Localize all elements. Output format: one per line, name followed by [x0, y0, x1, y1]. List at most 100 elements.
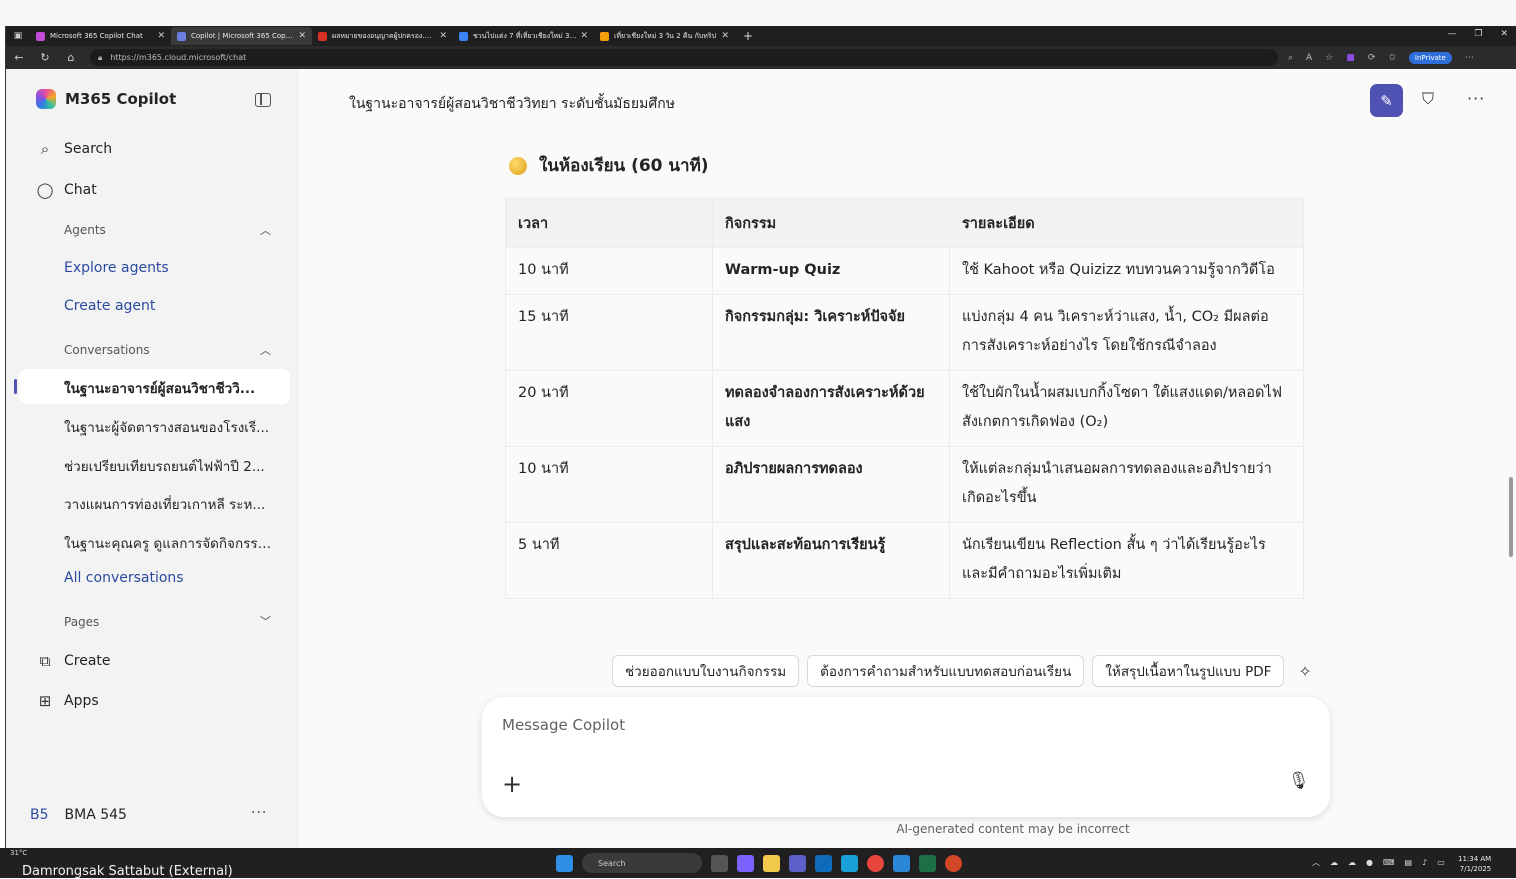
language-icon[interactable]: ⌨	[1383, 858, 1395, 867]
yellow-circle-icon	[509, 156, 527, 175]
sync-icon[interactable]: ⟳	[1368, 53, 1376, 63]
minimize-icon[interactable]: —	[1447, 29, 1456, 39]
create-agent-link[interactable]: Create agent	[64, 298, 155, 314]
extension-icon[interactable]: ■	[1346, 53, 1355, 63]
time-cell: 20 นาที	[505, 370, 713, 447]
zoom-icon[interactable]: ⌕	[1288, 53, 1293, 63]
mic-tray-icon[interactable]: ●	[1366, 858, 1373, 867]
close-window-icon[interactable]: ✕	[1500, 29, 1508, 39]
favorite-star-icon[interactable]: ☆	[1325, 53, 1333, 63]
volume-icon[interactable]: ♪	[1422, 858, 1427, 867]
explore-agents-link[interactable]: Explore agents	[64, 260, 169, 276]
suggestion-chip[interactable]: ให้สรุปเนื้อหาในรูปแบบ PDF	[1092, 655, 1285, 687]
battery-icon[interactable]: ▭	[1437, 858, 1445, 867]
more-icon[interactable]: ···	[1467, 89, 1485, 108]
sparkle-refresh-icon[interactable]: ✧	[1298, 662, 1311, 681]
clock[interactable]: 11:34 AM 7/1/2025	[1458, 854, 1491, 874]
collapse-sidebar-icon[interactable]	[255, 93, 271, 107]
chrome-icon[interactable]	[867, 854, 884, 872]
sidebar-item-search[interactable]: ⌕ Search	[36, 140, 112, 158]
table-row: 20 นาที ทดลองจำลองการสังเคราะห์ด้วยแสง ใ…	[505, 370, 1304, 447]
outlook-icon[interactable]	[815, 854, 832, 872]
activity-cell: กิจกรรมกลุ่ม: วิเคราะห์ปัจจัย	[712, 294, 950, 371]
microphone-icon[interactable]: 🎙︎	[1288, 771, 1310, 791]
tab-actions-icon[interactable]: ▣	[6, 31, 30, 41]
cloud-icon[interactable]: ☁	[1330, 858, 1338, 867]
copilot-taskbar-icon[interactable]	[737, 854, 754, 872]
conversation-item[interactable]: ในฐานะผู้จัดตารางสอนของโรงเรี...	[64, 416, 279, 438]
powerpoint-icon[interactable]	[945, 854, 962, 872]
column-header: กิจกรรม	[712, 198, 950, 248]
close-tab-icon[interactable]: ✕	[721, 31, 729, 41]
agents-header[interactable]: Agents	[64, 223, 106, 237]
browser-tab[interactable]: Microsoft 365 Copilot Chat ✕	[30, 27, 171, 45]
pages-header[interactable]: Pages	[64, 615, 99, 629]
suggestion-chip[interactable]: ต้องการคำถามสำหรับแบบทดสอบก่อนเรียน	[807, 655, 1085, 687]
conversation-item[interactable]: ในฐานะคุณครู ดูแลการจัดกิจกรรม...	[64, 532, 279, 554]
tab-favicon-icon	[318, 31, 327, 41]
apps-label: Apps	[64, 693, 99, 709]
new-chat-button[interactable]: ✎	[1370, 84, 1403, 117]
excel-icon[interactable]	[919, 854, 936, 872]
create-label: Create	[64, 653, 111, 669]
edge-icon[interactable]	[841, 854, 858, 872]
shield-icon[interactable]: ⛉	[1422, 89, 1434, 109]
time-text: 11:34 AM	[1458, 855, 1492, 863]
suggestion-chip[interactable]: ช่วยออกแบบใบงานกิจกรรม	[612, 655, 800, 687]
chevron-up-icon[interactable]: ︿	[1312, 857, 1320, 868]
taskbar-search[interactable]: Search	[582, 853, 702, 873]
teams-icon[interactable]	[789, 854, 806, 872]
user-profile[interactable]: B5 BMA 545	[30, 807, 127, 823]
store-icon[interactable]	[893, 854, 910, 872]
tab-favicon-icon	[36, 31, 45, 41]
scrollbar[interactable]	[1509, 477, 1513, 557]
taskbar-apps: Search	[556, 853, 962, 873]
close-tab-icon[interactable]: ✕	[580, 31, 588, 41]
more-options-icon[interactable]: ···	[251, 805, 267, 821]
weather-text[interactable]: 31°C	[10, 849, 27, 857]
all-conversations-link[interactable]: All conversations	[64, 570, 184, 586]
sidebar-item-chat[interactable]: ◯ Chat	[36, 181, 97, 199]
task-view-icon[interactable]	[711, 854, 728, 872]
create-icon: ⧉	[39, 652, 51, 670]
table-row: 10 นาที อภิปรายผลการทดลอง ให้แต่ละกลุ่มน…	[505, 446, 1304, 523]
refresh-icon[interactable]: ↻	[32, 51, 58, 64]
inprivate-badge[interactable]: InPrivate	[1408, 51, 1452, 64]
chevron-up-icon[interactable]: ︿	[260, 222, 271, 238]
conversation-item[interactable]: ช่วยเปรียบเทียบรถยนต์ไฟฟ้าปี 2...	[64, 455, 279, 477]
conversation-item[interactable]: ในฐานะอาจารย์ผู้สอนวิชาชีววิ...	[64, 377, 279, 399]
chevron-down-icon[interactable]: ﹀	[260, 613, 271, 629]
brand-name: M365 Copilot	[65, 90, 177, 108]
conversation-item[interactable]: วางแผนการท่องเที่ยวเกาหลี ระห...	[64, 493, 279, 515]
sidebar-item-apps[interactable]: ⊞ Apps	[36, 692, 99, 710]
close-tab-icon[interactable]: ✕	[157, 31, 165, 41]
new-tab-icon[interactable]: +	[743, 29, 753, 43]
chevron-up-icon[interactable]: ︿	[260, 342, 271, 358]
detail-cell: นักเรียนเขียน Reflection สั้น ๆ ว่าได้เร…	[949, 522, 1304, 599]
browser-tab[interactable]: ชวนไปแต่ง 7 ที่เที่ยวเชียงใหม่ 3 วัน 2 ค…	[453, 27, 594, 45]
close-tab-icon[interactable]: ✕	[439, 31, 447, 41]
onedrive-icon[interactable]: ☁	[1348, 858, 1356, 867]
conversations-header[interactable]: Conversations	[64, 343, 150, 357]
favorites-icon[interactable]: ✩	[1388, 53, 1396, 63]
browser-tab[interactable]: เที่ยวเชียงใหม่ 3 วัน 2 คืน กับทริป ✕	[594, 27, 735, 45]
add-attachment-icon[interactable]: +	[502, 770, 522, 798]
network-icon[interactable]: ▤	[1405, 858, 1413, 867]
close-tab-icon[interactable]: ✕	[298, 31, 306, 41]
sidebar-item-create[interactable]: ⧉ Create	[36, 652, 111, 670]
time-cell: 5 นาที	[505, 522, 713, 599]
table-row: 15 นาที กิจกรรมกลุ่ม: วิเคราะห์ปัจจัย แบ…	[505, 294, 1304, 371]
read-aloud-icon[interactable]: A	[1306, 53, 1312, 63]
start-icon[interactable]	[556, 854, 573, 872]
restore-icon[interactable]: ❐	[1474, 29, 1482, 39]
url-field[interactable]: 🔒︎ https://m365.cloud.microsoft/chat	[90, 49, 1278, 66]
search-icon: ⌕	[40, 140, 50, 158]
browser-tab[interactable]: Copilot | Microsoft 365 Copilot ✕	[171, 27, 312, 45]
back-icon[interactable]: ←	[6, 51, 32, 64]
file-explorer-icon[interactable]	[763, 854, 780, 872]
message-input[interactable]: Message Copilot	[502, 716, 625, 734]
browser-tab[interactable]: ผลหมายของอนุญาตผู้ปกครอง.pdf ✕	[312, 27, 453, 45]
browser-menu-icon[interactable]: ⋯	[1465, 53, 1474, 63]
home-icon[interactable]: ⌂	[58, 51, 84, 64]
detail-cell: ใช้ Kahoot หรือ Quizizz ทบทวนความรู้จากว…	[949, 247, 1304, 295]
